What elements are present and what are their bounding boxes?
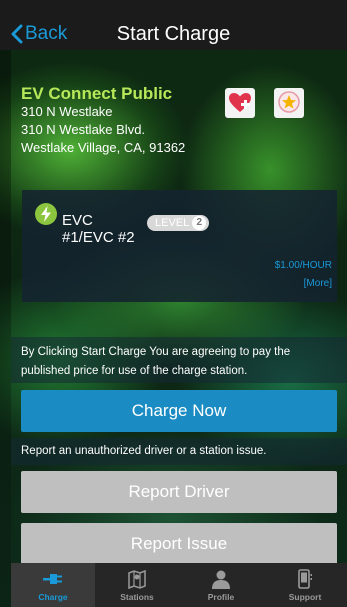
- map-icon: [128, 569, 146, 590]
- report-notice: Report an unauthorized driver or a stati…: [11, 438, 347, 465]
- charging-bolt-icon: [35, 203, 57, 225]
- tab-bar: Charge Stations Profile Support: [11, 563, 347, 607]
- tab-label-charge: Charge: [38, 592, 68, 602]
- rate-button[interactable]: [274, 88, 304, 118]
- tab-label-profile: Profile: [207, 592, 235, 602]
- tab-support[interactable]: Support: [263, 563, 347, 607]
- tab-stations[interactable]: Stations: [95, 563, 179, 607]
- page-title: Start Charge: [116, 23, 231, 45]
- charger-name-line-1: EVC: [62, 212, 93, 229]
- person-icon: [212, 570, 230, 589]
- address-line-2: 310 N Westlake Blvd.: [21, 122, 146, 137]
- report-driver-button[interactable]: Report Driver: [21, 471, 337, 513]
- navigation-bar: Back Start Charge: [0, 0, 347, 50]
- charger-name: EVC #1/EVC #2: [62, 212, 135, 246]
- tab-charge[interactable]: Charge: [11, 563, 95, 607]
- phone-icon: [298, 569, 312, 589]
- agreement-notice: By Clicking Start Charge You are agreein…: [11, 337, 347, 383]
- tab-profile[interactable]: Profile: [179, 563, 263, 607]
- level-badge: LEVEL 2: [147, 215, 210, 231]
- charger-name-line-2: #1/EVC #2: [62, 229, 135, 246]
- tab-label-stations: Stations: [120, 592, 154, 602]
- charger-card[interactable]: EVC #1/EVC #2 LEVEL 2 $1.00/HOUR [More]: [22, 190, 337, 302]
- station-name: EV Connect Public: [21, 84, 173, 103]
- level-number: 2: [192, 216, 207, 230]
- more-link[interactable]: [More]: [304, 278, 332, 289]
- charge-now-button[interactable]: Charge Now: [21, 390, 337, 432]
- charge-plug-icon: [43, 574, 62, 584]
- tab-label-support: Support: [288, 592, 322, 602]
- price-label: $1.00/HOUR: [274, 260, 332, 271]
- favorite-button[interactable]: [225, 88, 255, 118]
- report-issue-button[interactable]: Report Issue: [21, 523, 337, 565]
- star-badge-icon: [278, 91, 300, 113]
- address-line-3: Westlake Village, CA, 91362: [21, 140, 186, 155]
- level-label: LEVEL: [155, 217, 190, 229]
- heart-plus-icon: [229, 93, 251, 112]
- report-text: Report an unauthorized driver or a stati…: [21, 445, 267, 457]
- agreement-text: By Clicking Start Charge You are agreein…: [21, 346, 291, 377]
- left-edge-shadow: [0, 50, 11, 607]
- address-line-1: 310 N Westlake: [21, 104, 113, 119]
